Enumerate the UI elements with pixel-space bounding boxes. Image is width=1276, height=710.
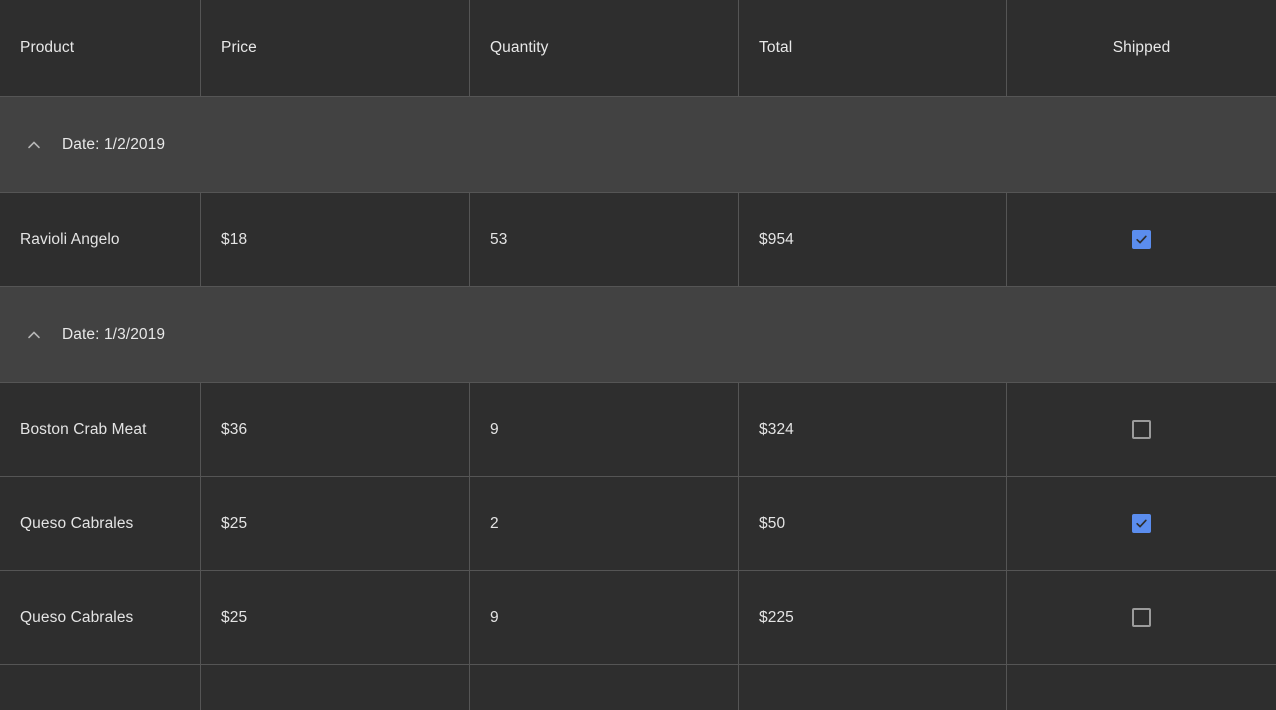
cell-shipped	[1007, 477, 1276, 570]
cell-value: $324	[759, 420, 794, 438]
column-header-label: Price	[221, 39, 257, 56]
cell-total: $324	[739, 383, 1007, 476]
cell-price: $18	[201, 193, 470, 286]
cell-product: Ravioli Angelo	[0, 193, 201, 286]
chevron-up-icon[interactable]	[22, 133, 46, 157]
column-header-label: Shipped	[1112, 39, 1171, 56]
chevron-up-icon[interactable]	[22, 323, 46, 347]
column-header-shipped[interactable]: Shipped	[1007, 0, 1276, 96]
grid-header-row: Product Price Quantity Total Shipped	[0, 0, 1276, 97]
cell-value: $36	[221, 420, 248, 438]
cell-value: $25	[221, 514, 248, 532]
cell-total: $225	[739, 571, 1007, 664]
cell-value: 9	[490, 608, 499, 626]
shipped-checkbox-checked[interactable]	[1132, 230, 1151, 249]
column-header-label: Quantity	[490, 39, 549, 56]
cell-product: Queso Cabrales	[0, 477, 201, 570]
shipped-checkbox-checked[interactable]	[1132, 514, 1151, 533]
column-header-label: Product	[20, 39, 75, 56]
table-row[interactable]: Queso Cabrales $25 9 $225	[0, 571, 1276, 665]
cell-quantity: 2	[470, 477, 739, 570]
cell-quantity: 9	[470, 383, 739, 476]
cell-value: $18	[221, 230, 248, 248]
data-grid: Product Price Quantity Total Shipped Dat…	[0, 0, 1276, 710]
cell-shipped	[1007, 571, 1276, 664]
group-header-row[interactable]: Date: 1/2/2019	[0, 97, 1276, 193]
column-header-product[interactable]: Product	[0, 0, 201, 96]
cell-value: $954	[759, 230, 794, 248]
cell-total: $954	[739, 193, 1007, 286]
group-header-label: Date: 1/2/2019	[62, 135, 166, 153]
cell-value: Ravioli Angelo	[20, 230, 120, 248]
table-row[interactable]: Queso Cabrales $25 2 $50	[0, 477, 1276, 571]
cell-shipped	[1007, 665, 1276, 710]
cell-shipped	[1007, 383, 1276, 476]
cell-shipped	[1007, 193, 1276, 286]
shipped-checkbox-unchecked[interactable]	[1132, 420, 1151, 439]
column-header-price[interactable]: Price	[201, 0, 470, 96]
cell-price: $36	[201, 383, 470, 476]
cell-total	[739, 665, 1007, 710]
cell-value: $225	[759, 608, 794, 626]
cell-quantity: 9	[470, 571, 739, 664]
cell-price: $25	[201, 571, 470, 664]
shipped-checkbox-unchecked[interactable]	[1132, 608, 1151, 627]
cell-total: $50	[739, 477, 1007, 570]
table-row-partial[interactable]	[0, 665, 1276, 710]
cell-price: $25	[201, 477, 470, 570]
cell-product	[0, 665, 201, 710]
cell-quantity	[470, 665, 739, 710]
table-row[interactable]: Boston Crab Meat $36 9 $324	[0, 383, 1276, 477]
column-header-total[interactable]: Total	[739, 0, 1007, 96]
cell-value: 9	[490, 420, 499, 438]
cell-value: Boston Crab Meat	[20, 420, 147, 438]
cell-value: 53	[490, 230, 508, 248]
cell-value: Queso Cabrales	[20, 608, 134, 626]
cell-quantity: 53	[470, 193, 739, 286]
group-header-row[interactable]: Date: 1/3/2019	[0, 287, 1276, 383]
column-header-label: Total	[759, 39, 793, 56]
cell-value: $25	[221, 608, 248, 626]
cell-value: Queso Cabrales	[20, 514, 134, 532]
table-row[interactable]: Ravioli Angelo $18 53 $954	[0, 193, 1276, 287]
cell-value: $50	[759, 514, 786, 532]
cell-value: 2	[490, 514, 499, 532]
group-header-label: Date: 1/3/2019	[62, 325, 166, 343]
cell-product: Boston Crab Meat	[0, 383, 201, 476]
cell-price	[201, 665, 470, 710]
column-header-quantity[interactable]: Quantity	[470, 0, 739, 96]
cell-product: Queso Cabrales	[0, 571, 201, 664]
